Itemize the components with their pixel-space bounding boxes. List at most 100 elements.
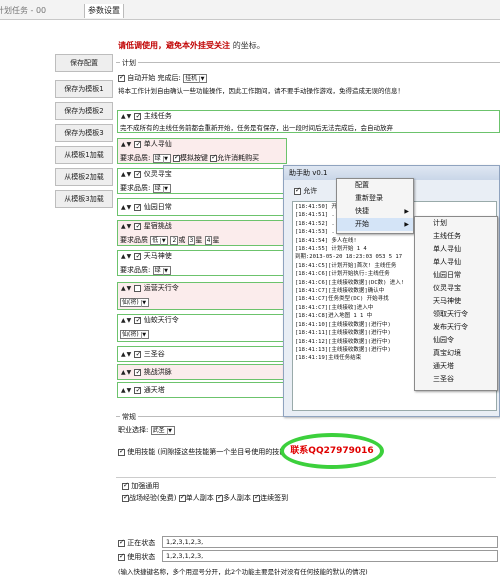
auto-start-checkbox[interactable]	[118, 73, 125, 82]
submenu-item[interactable]: 三圣谷	[415, 373, 497, 386]
quality-select[interactable]: 绿 ▼	[152, 153, 171, 163]
after-select[interactable]: 挂机 ▼	[183, 73, 208, 83]
down-arrow-icon[interactable]: ▼	[127, 253, 132, 260]
save-config-button[interactable]: 保存配置	[55, 54, 113, 72]
task-checkbox[interactable]	[134, 349, 142, 360]
down-arrow-icon[interactable]: ▼	[127, 369, 132, 376]
up-arrow-icon[interactable]: ▲	[121, 113, 126, 120]
submenu-item[interactable]: 仪灵寻宝	[415, 282, 497, 295]
class-label: 职业选择	[118, 426, 146, 434]
menu-item[interactable]: 开始 ▶	[337, 218, 413, 231]
load-template3-button[interactable]: 从模板3加载	[55, 190, 113, 208]
up-arrow-icon[interactable]: ▲	[121, 171, 126, 178]
tab-settings[interactable]: 参数设置	[84, 4, 124, 18]
down-arrow-icon[interactable]: ▼	[127, 204, 132, 211]
task-checkbox[interactable]	[134, 139, 142, 150]
order-select[interactable]: 仙(将) ▼	[120, 298, 149, 307]
submenu-item[interactable]: 领取天行令	[415, 308, 497, 321]
submenu-item[interactable]: 单人寻仙	[415, 243, 497, 256]
menu-item[interactable]: 配置	[337, 179, 413, 192]
task-valley: ▲▼ 三圣谷	[117, 346, 287, 362]
save-template3-button[interactable]: 保存为模板3	[55, 124, 113, 142]
up-arrow-icon[interactable]: ▲	[121, 223, 126, 230]
task-checkbox[interactable]	[134, 169, 142, 180]
task-checkbox[interactable]	[134, 367, 142, 378]
buff-checkbox[interactable]	[118, 538, 125, 547]
submenu-item[interactable]: 计划	[415, 217, 497, 230]
task-checkbox[interactable]	[134, 385, 142, 396]
load-template1-button[interactable]: 从模板1加载	[55, 146, 113, 164]
task-treasure: ▲▼ 仪灵寻宝 要求品质: 绿▼	[117, 168, 287, 194]
up-arrow-icon[interactable]: ▲	[121, 285, 126, 292]
task-checkbox[interactable]	[134, 202, 142, 213]
down-arrow-icon[interactable]: ▼	[127, 113, 132, 120]
use-skill-checkbox[interactable]	[118, 447, 125, 456]
up-arrow-icon[interactable]: ▲	[121, 317, 126, 324]
class-select[interactable]: 武圣 ▼	[150, 425, 175, 435]
task-name: 仪灵寻宝	[143, 170, 172, 178]
down-arrow-icon[interactable]: ▼	[127, 387, 132, 394]
opt-a-checkbox[interactable]	[122, 493, 129, 502]
submenu-item[interactable]: 仙园令	[415, 334, 497, 347]
up-arrow-icon[interactable]: ▲	[121, 387, 126, 394]
submenu-item[interactable]: 仙园日常	[415, 269, 497, 282]
submenu-item[interactable]: 通天塔	[415, 360, 497, 373]
submenu-item[interactable]: 真宝幻境	[415, 347, 497, 360]
up-arrow-icon[interactable]: ▲	[121, 204, 126, 211]
submenu: 计划 主线任务 单人寻仙 单人寻仙 仙园日常 仪灵寻宝 天马神使 领取天行令 发布天行令 仙园令真…	[414, 216, 498, 391]
req-label: 要求品质	[120, 236, 148, 244]
tab-schedule[interactable]: 计划任务 - 00	[0, 5, 46, 16]
submenu-item[interactable]: 发布天行令	[415, 321, 497, 334]
task-checkbox[interactable]	[134, 221, 142, 232]
save-template1-button[interactable]: 保存为模板1	[55, 80, 113, 98]
down-arrow-icon[interactable]: ▼	[127, 317, 132, 324]
task-checkbox[interactable]	[134, 284, 142, 292]
submenu-item[interactable]: 单人寻仙	[415, 256, 497, 269]
req-label: 要求品质	[120, 266, 148, 274]
menu-item[interactable]: 重新登录	[337, 192, 413, 205]
opt-c-checkbox[interactable]	[215, 493, 223, 502]
opt1-label: 模拟按键	[179, 154, 208, 162]
down-arrow-icon[interactable]: ▼	[127, 223, 132, 230]
submenu-item[interactable]: 天马神使	[415, 295, 497, 308]
task-name: 挑战洪脉	[143, 368, 172, 376]
skill-input[interactable]: 1,2,3,1,2,3,	[162, 550, 498, 562]
up-arrow-icon[interactable]: ▲	[121, 141, 126, 148]
down-arrow-icon[interactable]: ▼	[127, 351, 132, 358]
task-checkbox[interactable]	[134, 315, 142, 326]
opt-d-checkbox[interactable]	[253, 493, 261, 502]
combat-checkbox[interactable]	[122, 481, 129, 490]
opt1-checkbox[interactable]	[172, 153, 180, 162]
opt2-checkbox[interactable]	[210, 153, 218, 162]
up-arrow-icon[interactable]: ▲	[121, 351, 126, 358]
task-name: 天马神使	[143, 252, 172, 260]
down-arrow-icon[interactable]: ▼	[127, 171, 132, 178]
task-checkbox[interactable]	[134, 111, 142, 122]
req-label: 要求品质	[120, 184, 148, 192]
up-arrow-icon[interactable]: ▲	[121, 369, 126, 376]
up-arrow-icon[interactable]: ▲	[121, 253, 126, 260]
order-select[interactable]: 仙(将) ▼	[120, 330, 149, 339]
task-tower: ▲▼ 通天塔	[117, 382, 287, 398]
opt-b-checkbox[interactable]	[178, 493, 186, 502]
skill-checkbox[interactable]	[118, 552, 125, 561]
quality-select[interactable]: 绿 ▼	[152, 265, 171, 275]
down-arrow-icon[interactable]: ▼	[127, 141, 132, 148]
save-template2-button[interactable]: 保存为模板2	[55, 102, 113, 120]
quality-select[interactable]: 低 ▼	[150, 235, 169, 245]
plan-header: 计划	[120, 58, 138, 68]
down-arrow-icon[interactable]: ▼	[127, 285, 132, 292]
submenu-item[interactable]: 主线任务	[415, 230, 497, 243]
allow-checkbox[interactable]	[294, 186, 301, 195]
quality-select[interactable]: 绿 ▼	[152, 183, 171, 193]
task-vein: ▲▼ 挑战洪脉	[117, 364, 287, 380]
menu-item[interactable]: 快捷 ▶	[337, 205, 413, 218]
load-template2-button[interactable]: 从模板2加载	[55, 168, 113, 186]
or-label: 或	[178, 236, 186, 244]
task-note: 完不成所有的主线任务前都会重新开始，任务是有保存，出一段时间后无法完成后，会自动…	[120, 124, 393, 132]
chevron-right-icon: ▶	[404, 221, 409, 228]
combat-group: 加强通用 战场经验(免费) 单人副本 多人副本 连续签到	[116, 477, 496, 507]
buff-input[interactable]: 1,2,3,1,2,3,	[162, 536, 498, 548]
skill-label: 使用状态	[127, 553, 156, 561]
task-checkbox[interactable]	[134, 251, 142, 262]
